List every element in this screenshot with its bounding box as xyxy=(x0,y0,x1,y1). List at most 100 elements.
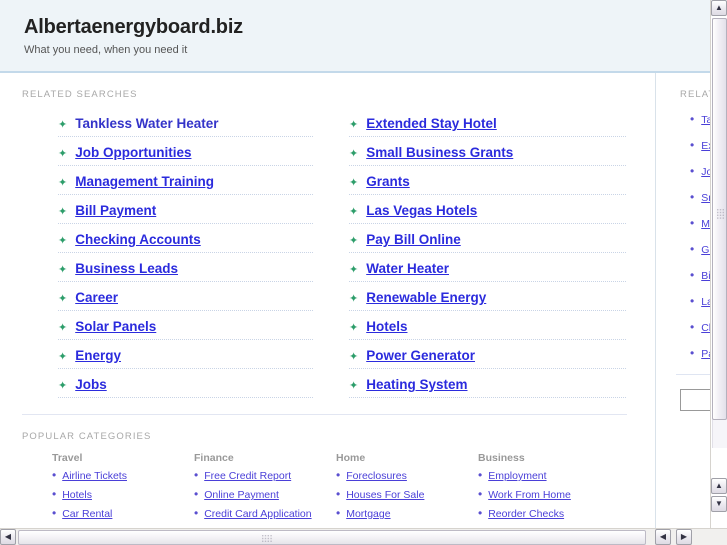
sidebar-related-item[interactable]: • Grants xyxy=(690,243,710,257)
related-search-link[interactable]: Career xyxy=(75,290,118,305)
related-search-link[interactable]: Heating System xyxy=(366,377,467,392)
related-search-link[interactable]: Job Opportunities xyxy=(75,145,191,160)
related-search-item[interactable]: ✦ Career xyxy=(58,282,313,311)
sidebar-related-item[interactable]: • Checking Accounts xyxy=(690,321,710,335)
vertical-scrollbar-thumb[interactable] xyxy=(712,18,727,420)
related-search-item[interactable]: ✦ Hotels xyxy=(349,311,626,340)
dot-bullet-icon: • xyxy=(194,468,199,482)
related-search-item[interactable]: ✦ Bill Payment xyxy=(58,195,313,224)
related-search-link[interactable]: Bill Payment xyxy=(75,203,156,218)
related-search-item[interactable]: ✦ Jobs xyxy=(58,369,313,398)
sidebar-related-item[interactable]: • Tankless Water Heater xyxy=(690,113,710,127)
related-search-item[interactable]: ✦ Checking Accounts xyxy=(58,224,313,253)
related-search-item[interactable]: ✦ Energy xyxy=(58,340,313,369)
sidebar-related-item[interactable]: • Extended Stay Hotel xyxy=(690,139,710,153)
popular-category-link[interactable]: Mortgage xyxy=(346,508,390,521)
popular-category-item[interactable]: • Foreclosures xyxy=(336,469,478,483)
sidebar-related-link[interactable]: Pay Bill Online xyxy=(701,348,710,361)
sidebar-related-item[interactable]: • Job Opportunities xyxy=(690,165,710,179)
related-search-link[interactable]: Water Heater xyxy=(366,261,449,276)
related-search-item[interactable]: ✦ Water Heater xyxy=(349,253,626,282)
sidebar-related-item[interactable]: • Small Business Grants xyxy=(690,191,710,205)
popular-category-link[interactable]: Work From Home xyxy=(488,489,571,502)
dot-bullet-icon: • xyxy=(690,294,695,308)
related-search-link[interactable]: Energy xyxy=(75,348,121,363)
sidebar-related-link[interactable]: Grants xyxy=(701,244,710,257)
popular-category-link[interactable]: Car Rental xyxy=(62,508,112,521)
scroll-left-button[interactable]: ◀ xyxy=(0,529,16,545)
popular-category-link[interactable]: Reorder Checks xyxy=(488,508,564,521)
popular-category-item[interactable]: • Employment xyxy=(478,469,638,483)
sidebar-related-link[interactable]: Job Opportunities xyxy=(701,166,710,179)
popular-category-link[interactable]: Free Credit Report xyxy=(204,470,291,483)
related-search-item[interactable]: ✦ Tankless Water Heater xyxy=(58,108,313,137)
popular-category-item[interactable]: • Work From Home xyxy=(478,488,638,502)
related-search-item[interactable]: ✦ Heating System xyxy=(349,369,626,398)
arrow-bullet-icon: ✦ xyxy=(349,322,359,334)
related-search-link[interactable]: Extended Stay Hotel xyxy=(366,116,497,131)
sidebar-related-item[interactable]: • Las Vegas Hotels xyxy=(690,294,710,309)
related-search-item[interactable]: ✦ Small Business Grants xyxy=(349,137,626,166)
popular-category-item[interactable]: • Car Rental xyxy=(52,507,194,521)
popular-category-link[interactable]: Online Payment xyxy=(204,489,279,502)
popular-category-item[interactable]: • Houses For Sale xyxy=(336,488,478,502)
related-search-link[interactable]: Checking Accounts xyxy=(75,232,201,247)
scroll-left-button-right[interactable]: ◀ xyxy=(655,529,671,545)
sidebar-related-link[interactable]: Management Training xyxy=(701,218,710,231)
sidebar-footer-link[interactable]: Make this my homepage xyxy=(668,462,710,477)
scroll-right-button[interactable]: ▶ xyxy=(676,529,692,545)
popular-category-item[interactable]: • Airline Tickets xyxy=(52,469,194,483)
sidebar-related-item[interactable]: • Pay Bill Online xyxy=(690,347,710,361)
related-search-item[interactable]: ✦ Extended Stay Hotel xyxy=(349,108,626,137)
popular-category-item[interactable]: • Online Payment xyxy=(194,488,336,502)
related-search-link[interactable]: Jobs xyxy=(75,377,107,392)
horizontal-scrollbar[interactable]: ◀ ◀ ▶ xyxy=(0,528,727,545)
search-input[interactable] xyxy=(680,389,710,411)
related-search-link[interactable]: Management Training xyxy=(75,174,214,189)
popular-category-item[interactable]: • Free Credit Report xyxy=(194,468,336,483)
sidebar-related-item[interactable]: • Bill Payment xyxy=(690,269,710,283)
popular-category-item[interactable]: • Hotels xyxy=(52,488,194,502)
sidebar-related-link[interactable]: Checking Accounts xyxy=(701,322,710,335)
sidebar-related-link[interactable]: Small Business Grants xyxy=(701,192,710,205)
popular-category-link[interactable]: Employment xyxy=(488,470,546,483)
popular-category-link[interactable]: Credit Card Application xyxy=(204,508,311,521)
sidebar-related-link[interactable]: Extended Stay Hotel xyxy=(701,140,710,153)
related-search-item[interactable]: ✦ Job Opportunities xyxy=(58,137,313,166)
related-search-item[interactable]: ✦ Las Vegas Hotels xyxy=(349,195,626,224)
sidebar-related-link[interactable]: Tankless Water Heater xyxy=(701,114,710,127)
related-search-item[interactable]: ✦ Business Leads xyxy=(58,253,313,282)
popular-category-link[interactable]: Foreclosures xyxy=(346,470,407,483)
related-search-link[interactable]: Renewable Energy xyxy=(366,290,486,305)
popular-category-link[interactable]: Airline Tickets xyxy=(62,470,127,483)
related-search-link[interactable]: Hotels xyxy=(366,319,407,334)
related-search-item[interactable]: ✦ Renewable Energy xyxy=(349,282,626,311)
popular-category-link[interactable]: Hotels xyxy=(62,489,92,502)
horizontal-scrollbar-thumb[interactable] xyxy=(18,530,646,545)
related-search-link[interactable]: Small Business Grants xyxy=(366,145,513,160)
related-search-item[interactable]: ✦ Power Generator xyxy=(349,340,626,369)
scroll-up-button-lower[interactable]: ▲ xyxy=(711,478,727,494)
related-search-link[interactable]: Power Generator xyxy=(366,348,475,363)
related-search-link[interactable]: Business Leads xyxy=(75,261,178,276)
popular-category-item[interactable]: • Credit Card Application xyxy=(194,507,336,521)
related-search-item[interactable]: ✦ Grants xyxy=(349,166,626,195)
sidebar-related-link[interactable]: Las Vegas Hotels xyxy=(701,296,710,309)
related-search-link[interactable]: Pay Bill Online xyxy=(366,232,461,247)
related-search-item[interactable]: ✦ Pay Bill Online xyxy=(349,224,626,253)
related-search-link[interactable]: Solar Panels xyxy=(75,319,156,334)
popular-category-item[interactable]: • Mortgage xyxy=(336,507,478,521)
sidebar-footer-link[interactable]: Bookmark this page xyxy=(668,447,710,462)
sidebar-related-item[interactable]: • Management Training xyxy=(690,217,710,231)
popular-category-link[interactable]: Houses For Sale xyxy=(346,489,424,502)
related-search-link[interactable]: Tankless Water Heater xyxy=(75,116,218,131)
scroll-down-button[interactable]: ▼ xyxy=(711,496,727,512)
vertical-scrollbar[interactable]: ▲ ▲ ▼ xyxy=(710,0,727,528)
related-search-link[interactable]: Grants xyxy=(366,174,410,189)
popular-category-item[interactable]: • Reorder Checks xyxy=(478,507,638,521)
related-search-link[interactable]: Las Vegas Hotels xyxy=(366,203,477,218)
related-search-item[interactable]: ✦ Management Training xyxy=(58,166,313,195)
scroll-up-button[interactable]: ▲ xyxy=(711,0,727,16)
related-search-item[interactable]: ✦ Solar Panels xyxy=(58,311,313,340)
sidebar-related-link[interactable]: Bill Payment xyxy=(701,270,710,283)
